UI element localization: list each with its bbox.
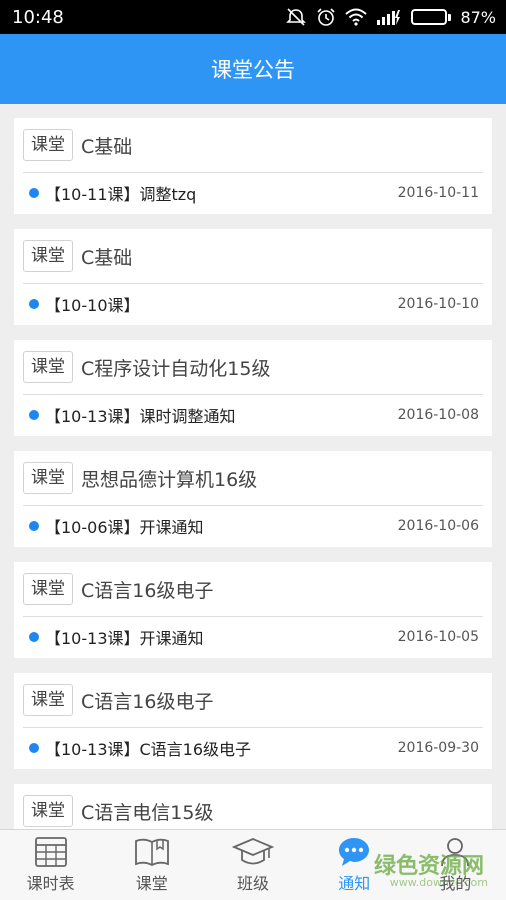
- page-title: 课堂公告: [211, 58, 295, 82]
- tab-label: 课时表: [26, 874, 75, 893]
- notice-title: 【10-06课】开课通知: [45, 518, 204, 537]
- course-name: C语言电信15级: [81, 801, 214, 824]
- announcement-card[interactable]: 课堂 C语言16级电子 【10-13课】C语言16级电子 2016-09-30: [14, 673, 492, 769]
- unread-dot-icon: [29, 521, 39, 531]
- unread-dot-icon: [29, 632, 39, 642]
- tab-label: 通知: [338, 874, 371, 893]
- notice-title: 【10-13课】C语言16级电子: [45, 740, 252, 759]
- category-tag: 课堂: [23, 462, 73, 494]
- announcement-card[interactable]: 课堂 C语言16级电子 【10-13课】开课通知 2016-10-05: [14, 562, 492, 658]
- notice-date: 2016-10-11: [397, 185, 479, 201]
- app-bar: 课堂公告: [0, 34, 506, 104]
- notice-date: 2016-10-08: [397, 407, 479, 423]
- wifi-icon: [345, 8, 368, 26]
- graduation-cap-icon: [232, 838, 274, 865]
- alarm-off-icon: [285, 7, 307, 27]
- watermark-url: www.downcc.com: [389, 876, 488, 889]
- tab-class[interactable]: 班级: [202, 830, 303, 900]
- announcement-card[interactable]: 课堂 C程序设计自动化15级 【10-13课】课时调整通知 2016-10-08: [14, 340, 492, 436]
- notice-title: 【10-13课】课时调整通知: [45, 407, 236, 426]
- course-name: C语言16级电子: [81, 690, 214, 713]
- category-tag: 课堂: [23, 129, 73, 161]
- course-name: 思想品德计算机16级: [81, 468, 258, 491]
- category-tag: 课堂: [23, 240, 73, 272]
- course-name: C程序设计自动化15级: [81, 357, 271, 380]
- battery-icon: [411, 9, 452, 25]
- course-name: C基础: [81, 246, 133, 269]
- tab-classroom[interactable]: 课堂: [101, 830, 202, 900]
- status-time: 10:48: [12, 6, 64, 28]
- unread-dot-icon: [29, 410, 39, 420]
- notice-date: 2016-09-30: [397, 740, 479, 756]
- category-tag: 课堂: [23, 351, 73, 383]
- course-name: C语言16级电子: [81, 579, 214, 602]
- announcement-card[interactable]: 课堂 C基础 【10-11课】调整tzq 2016-10-11: [14, 118, 492, 214]
- timetable-icon: [34, 837, 67, 867]
- tab-label: 课堂: [135, 874, 168, 893]
- battery-percent: 87%: [460, 7, 496, 27]
- tab-timetable[interactable]: 课时表: [0, 830, 101, 900]
- unread-dot-icon: [29, 188, 39, 198]
- announcement-list[interactable]: 课堂 C基础 【10-11课】调整tzq 2016-10-11 课堂 C基础 【…: [14, 118, 492, 895]
- book-icon: [134, 838, 169, 867]
- notice-title: 【10-11课】调整tzq: [45, 185, 197, 204]
- notice-date: 2016-10-06: [397, 518, 479, 534]
- tab-label: 班级: [237, 874, 270, 893]
- announcement-card[interactable]: 课堂 C基础 【10-10课】 2016-10-10: [14, 229, 492, 325]
- notice-date: 2016-10-10: [397, 296, 479, 312]
- announcement-card[interactable]: 课堂 思想品德计算机16级 【10-06课】开课通知 2016-10-06: [14, 451, 492, 547]
- status-icons: 87%: [285, 7, 496, 27]
- course-name: C基础: [81, 135, 133, 158]
- category-tag: 课堂: [23, 795, 73, 827]
- category-tag: 课堂: [23, 573, 73, 605]
- notice-date: 2016-10-05: [397, 629, 479, 645]
- chat-bubble-icon: [339, 838, 370, 866]
- status-bar: 10:48 87%: [0, 0, 506, 34]
- notice-title: 【10-10课】: [45, 296, 140, 315]
- category-tag: 课堂: [23, 684, 73, 716]
- signal-icon: [376, 8, 402, 26]
- unread-dot-icon: [29, 743, 39, 753]
- alarm-clock-icon: [316, 7, 336, 27]
- unread-dot-icon: [29, 299, 39, 309]
- notice-title: 【10-13课】开课通知: [45, 629, 204, 648]
